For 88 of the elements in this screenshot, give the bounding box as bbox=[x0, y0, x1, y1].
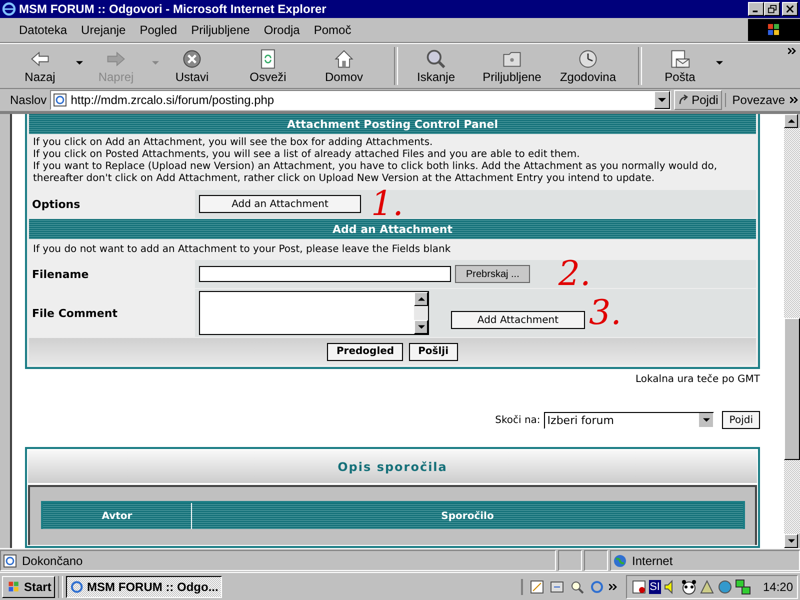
go-button[interactable]: Pojdi bbox=[722, 411, 760, 429]
chevron-icon[interactable] bbox=[788, 48, 796, 54]
go-arrow-icon bbox=[678, 94, 690, 106]
menu-item[interactable]: Datoteka bbox=[12, 23, 74, 37]
toolbar-button[interactable]: Nazaj bbox=[8, 46, 84, 86]
search-icon bbox=[425, 48, 447, 70]
menu-item[interactable]: Pogled bbox=[132, 23, 184, 37]
column-header: Sporočilo bbox=[192, 503, 743, 529]
status-panel bbox=[584, 550, 608, 571]
toolbar-button[interactable]: Domov bbox=[312, 46, 388, 86]
chevron-icon[interactable] bbox=[790, 97, 798, 103]
close-icon bbox=[786, 5, 794, 13]
scroll-down-icon[interactable] bbox=[788, 539, 794, 543]
start-button[interactable]: Start bbox=[2, 576, 56, 598]
menu-item[interactable]: Priljubljene bbox=[184, 23, 257, 37]
caret-icon[interactable] bbox=[716, 61, 723, 66]
scroll-up-icon[interactable] bbox=[418, 297, 424, 301]
window-title: MSM FORUM :: Odgovori - Microsoft Internet Explorer bbox=[19, 2, 328, 16]
add-attachment-button[interactable]: Add an Attachment bbox=[199, 195, 361, 213]
stop-icon bbox=[181, 48, 203, 70]
toolbar-button[interactable]: Priljubljene bbox=[480, 46, 556, 86]
notepad-icon[interactable] bbox=[528, 578, 545, 594]
links-button[interactable]: Povezave bbox=[725, 93, 787, 107]
toolbar-button[interactable]: Iskanje bbox=[404, 46, 480, 86]
minimize-button[interactable] bbox=[748, 2, 764, 16]
help-text: If you click on Add an Attachment, you will see the box for adding Attachments. bbox=[33, 137, 434, 149]
toolbar-button[interactable]: Osveži bbox=[236, 46, 312, 86]
menu-item[interactable]: Orodja bbox=[256, 23, 307, 37]
forum-select[interactable]: Izberi forum bbox=[544, 412, 714, 428]
restore-button[interactable] bbox=[764, 2, 780, 16]
toolbar-button[interactable]: Ustavi bbox=[160, 46, 236, 86]
status-panel bbox=[558, 550, 582, 571]
handwritten-number: 1. bbox=[371, 190, 404, 218]
page-icon bbox=[3, 554, 17, 568]
language-indicator[interactable]: SI bbox=[648, 580, 661, 594]
handwritten-number: 3. bbox=[589, 299, 622, 327]
form-button[interactable]: Pošlji bbox=[409, 342, 458, 360]
textarea-scrollbar[interactable] bbox=[414, 292, 428, 334]
filename-field[interactable] bbox=[199, 266, 451, 282]
add-attachment-button[interactable]: Add Attachment bbox=[451, 311, 585, 329]
network-icon bbox=[734, 578, 751, 594]
address-label: Naslov bbox=[10, 93, 47, 107]
comment-textarea[interactable] bbox=[199, 291, 429, 335]
help-text: If you want to Replace (Upload new Version) an Attachment, you have to click both links. Add the Attachment as you normally would do, thereafter don't click on Add Attachment, rather click on Upload New Version at the Attachment Entry you intend to update. bbox=[33, 161, 718, 185]
restore-icon bbox=[768, 4, 776, 14]
panel-header: Add an Attachment bbox=[29, 219, 756, 239]
timezone-text: Lokalna ura teče po GMT bbox=[636, 374, 760, 385]
globe-icon bbox=[716, 578, 733, 594]
windows-logo-icon bbox=[748, 19, 800, 41]
taskbar-window-button[interactable]: MSM FORUM :: Odgo... bbox=[66, 576, 222, 598]
jump-label: Skoči na: bbox=[495, 414, 540, 426]
note-text: If you do not want to add an Attachment to your Post, please leave the Fields blank bbox=[33, 244, 451, 255]
zone-text: Internet bbox=[632, 554, 673, 568]
menu-item[interactable]: Urejanje bbox=[74, 23, 133, 37]
menu-item[interactable]: Pomoč bbox=[306, 23, 358, 37]
chevron-icon[interactable] bbox=[608, 584, 617, 590]
home-icon bbox=[333, 48, 355, 70]
toolbar-button[interactable]: Pošta bbox=[648, 46, 724, 86]
options-label: Options bbox=[32, 198, 80, 210]
search-icon[interactable] bbox=[568, 578, 585, 594]
vertical-scrollbar[interactable] bbox=[784, 114, 800, 548]
page-icon bbox=[52, 93, 67, 107]
clock-icon bbox=[577, 48, 599, 70]
browser-logo-icon bbox=[70, 580, 84, 594]
clock-text: 14:20 bbox=[762, 580, 793, 594]
filename-label: Filename bbox=[32, 268, 89, 280]
envelope-icon bbox=[669, 48, 691, 70]
browse-button[interactable]: Prebrskaj ... bbox=[455, 265, 530, 283]
panel-header: Opis sporočila bbox=[28, 450, 757, 483]
toolbar-button[interactable]: Zgodovina bbox=[556, 46, 632, 86]
handwritten-number: 2. bbox=[558, 260, 591, 288]
tray-icon bbox=[698, 578, 715, 594]
column-header: Avtor bbox=[43, 503, 192, 529]
dropdown-arrow-icon bbox=[702, 418, 710, 422]
go-button[interactable]: Pojdi bbox=[674, 90, 722, 110]
help-text: If you click on Posted Attachments, you will see a list of already attached Files and you are able to edit them. bbox=[33, 149, 581, 161]
scroll-up-icon[interactable] bbox=[788, 119, 794, 123]
browser-logo-icon bbox=[2, 2, 16, 16]
form-button[interactable]: Predogled bbox=[327, 342, 404, 360]
scroll-down-icon[interactable] bbox=[418, 325, 424, 329]
caret-icon[interactable] bbox=[76, 61, 83, 66]
comment-label: File Comment bbox=[32, 306, 118, 320]
status-text: Dokončano bbox=[22, 554, 83, 568]
globe-icon bbox=[613, 554, 627, 568]
close-button[interactable] bbox=[782, 2, 798, 16]
panel-header: Attachment Posting Control Panel bbox=[29, 114, 756, 134]
panda-icon bbox=[680, 578, 697, 594]
address-field[interactable]: http://mdm.zrcalo.si/forum/posting.php bbox=[50, 90, 671, 110]
